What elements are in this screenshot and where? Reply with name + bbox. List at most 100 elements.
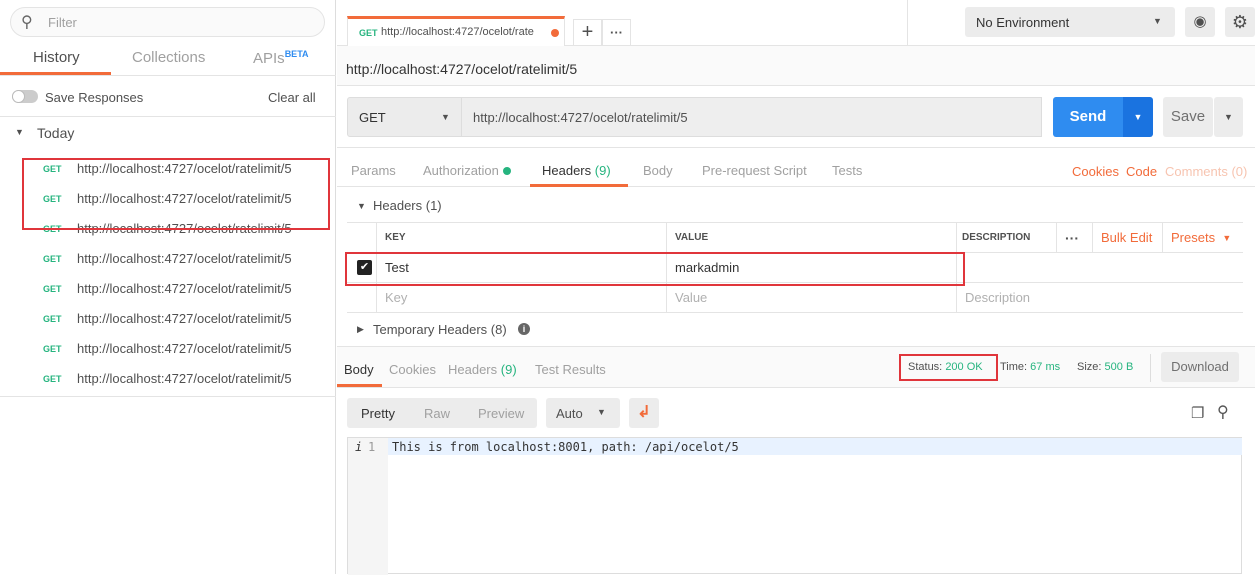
chevron-down-icon: ▼	[1153, 16, 1162, 26]
save-responses-label: Save Responses	[45, 90, 144, 105]
presets-label: Presets	[1171, 230, 1216, 245]
code-link[interactable]: Code	[1126, 164, 1157, 179]
history-item[interactable]: GET http://localhost:4727/ocelot/ratelimi…	[0, 365, 335, 395]
bulk-edit-button[interactable]: Bulk Edit	[1093, 223, 1163, 252]
response-time: Time: 67 ms	[1000, 361, 1060, 373]
history-item[interactable]: GET http://localhost:4727/ocelot/ratelimi…	[0, 275, 335, 305]
more-options-icon[interactable]: ···	[1057, 223, 1093, 252]
history-item-url: http://localhost:4727/ocelot/ratelimit/5	[77, 371, 292, 386]
tab-authorization-label: Authorization	[423, 163, 499, 178]
response-body-text: This is from localhost:8001, path: /api/…	[392, 440, 739, 454]
response-body-editor[interactable]: i 1 This is from localhost:8001, path: /…	[347, 437, 1242, 575]
new-header-row: Key Value Description	[347, 283, 1243, 313]
view-mode-group: Pretty Raw Preview	[347, 398, 537, 428]
tab-params[interactable]: Params	[351, 163, 396, 178]
history-item-url: http://localhost:4727/ocelot/ratelimit/5	[77, 251, 292, 266]
beta-badge: BETA	[284, 49, 309, 59]
time-value: 67 ms	[1030, 361, 1061, 373]
search-icon[interactable]: ⚲	[1217, 402, 1229, 422]
history-item[interactable]: GET http://localhost:4727/ocelot/ratelimi…	[0, 245, 335, 275]
tab-apis-label: APIs	[253, 50, 285, 67]
comments-link[interactable]: Comments (0)	[1165, 164, 1247, 179]
history-item-url: http://localhost:4727/ocelot/ratelimit/5	[77, 281, 292, 296]
save-button[interactable]: Save	[1163, 97, 1213, 137]
response-size: Size: 500 B	[1077, 361, 1133, 373]
history-item[interactable]: GET http://localhost:4727/ocelot/ratelimi…	[0, 305, 335, 335]
download-button[interactable]: Download	[1161, 352, 1239, 382]
history-item-method: GET	[43, 374, 62, 384]
time-label: Time:	[1000, 361, 1028, 373]
history-item-method: GET	[43, 284, 62, 294]
line-number: 1	[368, 440, 376, 454]
history-item[interactable]: GET http://localhost:4727/ocelot/ratelimi…	[0, 335, 335, 365]
temporary-headers-toggle[interactable]: Temporary Headers (8)	[373, 322, 507, 337]
tab-pre-request-script[interactable]: Pre-request Script	[702, 163, 807, 178]
url-value: http://localhost:4727/ocelot/ratelimit/5	[473, 110, 688, 125]
status-dot-icon	[502, 167, 511, 175]
request-title[interactable]: http://localhost:4727/ocelot/ratelimit/5	[346, 61, 577, 77]
response-headers-count: (9)	[500, 362, 517, 377]
caret-right-icon[interactable]: ▶	[357, 324, 364, 335]
cookies-link[interactable]: Cookies	[1072, 164, 1119, 179]
copy-icon[interactable]: ❐	[1191, 404, 1204, 422]
save-responses-toggle[interactable]	[12, 90, 38, 103]
method-select[interactable]: GET ▼	[347, 97, 462, 137]
raw-button[interactable]: Raw	[424, 406, 450, 421]
unsaved-dot-icon	[551, 29, 559, 37]
response-tab-headers[interactable]: Headers (9)	[448, 362, 517, 377]
clear-all-button[interactable]: Clear all	[268, 90, 316, 105]
preview-button[interactable]: Preview	[478, 406, 524, 421]
highlight-box	[345, 252, 965, 286]
more-tabs-icon[interactable]: ···	[602, 19, 631, 46]
format-select[interactable]: Auto ▼	[546, 398, 620, 428]
eye-icon[interactable]: ◉	[1185, 7, 1215, 37]
headers-table-header: KEY VALUE DESCRIPTION ··· Bulk Edit Pres…	[347, 222, 1243, 253]
headers-section-title[interactable]: Headers (1)	[373, 198, 442, 213]
response-tab-test-results[interactable]: Test Results	[535, 362, 606, 377]
tab-headers[interactable]: Headers (9)	[542, 163, 611, 178]
tab-history[interactable]: History	[33, 49, 80, 66]
environment-select[interactable]: No Environment ▼	[965, 7, 1175, 37]
environment-value: No Environment	[976, 15, 1070, 30]
response-tab-body[interactable]: Body	[344, 362, 374, 377]
info-icon[interactable]: i	[518, 323, 530, 335]
tab-authorization[interactable]: Authorization	[423, 163, 511, 178]
header-description[interactable]	[957, 253, 1243, 282]
gear-icon[interactable]: ⚙	[1225, 7, 1255, 37]
highlight-box	[899, 354, 998, 381]
new-value-input[interactable]: Value	[667, 283, 957, 312]
info-gutter-icon: i	[355, 440, 363, 454]
history-group-today[interactable]: Today	[37, 125, 74, 141]
send-options-icon[interactable]: ▼	[1123, 97, 1153, 137]
save-options-icon[interactable]: ▼	[1214, 97, 1243, 137]
wrap-lines-icon[interactable]: ↲	[629, 398, 659, 428]
pretty-button[interactable]: Pretty	[361, 406, 395, 421]
caret-down-icon[interactable]: ▼	[15, 127, 24, 137]
chevron-down-icon: ▼	[441, 112, 450, 122]
highlight-box	[22, 158, 330, 230]
presets-button[interactable]: Presets ▼	[1163, 223, 1243, 252]
filter-input[interactable]: ⚲ Filter	[10, 7, 325, 37]
chevron-down-icon: ▼	[597, 407, 606, 417]
request-tab[interactable]: GET http://localhost:4727/ocelot/rate	[347, 16, 565, 46]
tab-apis[interactable]: APIsBETA	[253, 49, 309, 67]
column-description: DESCRIPTION	[957, 223, 1057, 252]
response-tab-cookies[interactable]: Cookies	[389, 362, 436, 377]
tab-tests[interactable]: Tests	[832, 163, 862, 178]
send-button[interactable]: Send	[1053, 97, 1123, 137]
headers-count: (9)	[594, 163, 611, 178]
size-label: Size:	[1077, 361, 1102, 373]
search-icon: ⚲	[21, 14, 33, 31]
tab-collections[interactable]: Collections	[132, 49, 205, 66]
tab-headers-label: Headers	[542, 163, 592, 178]
new-tab-button[interactable]: +	[573, 19, 602, 46]
sidebar: ⚲ Filter History Collections APIsBETA Sa…	[0, 0, 336, 574]
url-input[interactable]: http://localhost:4727/ocelot/ratelimit/5	[462, 97, 1042, 137]
caret-down-icon[interactable]: ▼	[357, 201, 366, 211]
history-item-url: http://localhost:4727/ocelot/ratelimit/5	[77, 341, 292, 356]
new-key-input[interactable]: Key	[377, 283, 667, 312]
active-tab-indicator	[337, 384, 382, 387]
tab-body[interactable]: Body	[643, 163, 673, 178]
new-description-input[interactable]: Description	[957, 283, 1243, 312]
tab-title: http://localhost:4727/ocelot/rate	[381, 26, 534, 38]
